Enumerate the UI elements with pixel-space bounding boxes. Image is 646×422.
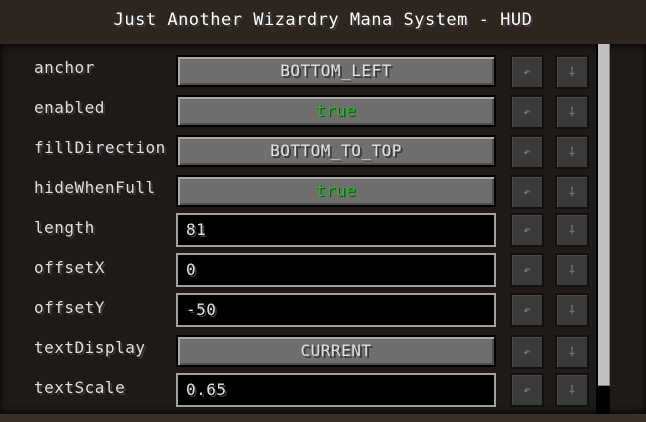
offset-y-input[interactable]: -50 xyxy=(176,293,496,327)
option-label: offsetY xyxy=(34,298,105,317)
option-label: offsetX xyxy=(34,258,105,277)
undo-icon[interactable]: ↶ xyxy=(510,293,544,327)
reset-icon[interactable]: ⸸ xyxy=(555,293,589,327)
config-row-length: length 81 ↶ ⸸ xyxy=(0,202,596,247)
option-label: enabled xyxy=(34,98,105,117)
config-row-offset-y: offsetY -50 ↶ ⸸ xyxy=(0,282,596,327)
footer-bar xyxy=(0,414,646,422)
scrollbar-thumb[interactable] xyxy=(598,44,610,386)
option-label: fillDirection xyxy=(34,138,166,157)
config-row-hide-when-full: hideWhenFull true ↶ ⸸ xyxy=(0,164,596,209)
option-label: length xyxy=(34,218,95,237)
option-label: textDisplay xyxy=(34,338,146,357)
config-list: anchor BOTTOM_LEFT ↶ ⸸ enabled true ↶ ⸸ … xyxy=(0,44,646,414)
text-scale-input[interactable]: 0.65 xyxy=(176,373,496,407)
config-row-enabled: enabled true ↶ ⸸ xyxy=(0,84,596,129)
config-row-text-display: textDisplay CURRENT ↶ ⸸ xyxy=(0,324,596,369)
fill-direction-cycle-button[interactable]: BOTTOM_TO_TOP xyxy=(176,135,496,167)
option-label: anchor xyxy=(34,58,95,77)
undo-icon[interactable]: ↶ xyxy=(510,373,544,407)
config-row-fill-direction: fillDirection BOTTOM_TO_TOP ↶ ⸸ xyxy=(0,124,596,169)
option-label: hideWhenFull xyxy=(34,178,156,197)
config-row-anchor: anchor BOTTOM_LEFT ↶ ⸸ xyxy=(0,44,596,89)
config-row-offset-x: offsetX 0 ↶ ⸸ xyxy=(0,242,596,287)
page-title: Just Another Wizardry Mana System - HUD xyxy=(113,10,533,30)
config-row-text-scale: textScale 0.65 ↶ ⸸ xyxy=(0,362,596,407)
anchor-cycle-button[interactable]: BOTTOM_LEFT xyxy=(176,55,496,87)
header-bar: Just Another Wizardry Mana System - HUD xyxy=(0,0,646,44)
option-label: textScale xyxy=(34,378,126,397)
reset-icon[interactable]: ⸸ xyxy=(555,373,589,407)
enabled-toggle-button[interactable]: true xyxy=(176,95,496,127)
